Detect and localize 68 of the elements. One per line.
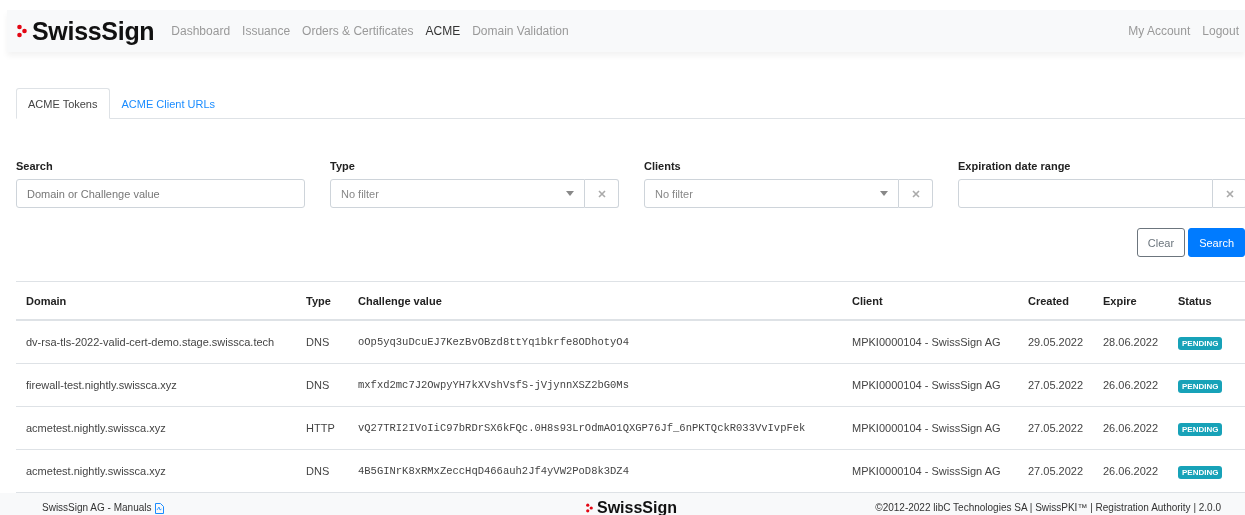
challenge-value-cell-text: oOp5yq3uDcuEJ7KezBvOBzd8ttYq1bkrfe8ODhotyO4 [358,336,630,348]
status-badge: PENDING [1178,423,1223,436]
domain-cell-text: firewall-test.nightly.swissca.xyz [25,379,178,391]
column-header: Created [1028,294,1070,307]
expire-date-cell-text: 26.06.2022 [1103,465,1160,477]
logo-dots-icon [17,24,27,38]
account-link[interactable]: Logout [1202,24,1239,38]
created-date-cell-text: 27.05.2022 [1028,422,1085,434]
challenge-value-cell-text: mxfxd2mc7J2OwpyYH7kXVshVsfS-jVjynnXSZ2bG0Ms [358,379,630,391]
clear-button[interactable]: Clear [1136,228,1186,257]
column-header: Client [852,294,884,307]
challenge-value-cell-text: vQ27TRI2IVoIiC97bRDrSX6kFQc.0H8s93LrOdmAO1QXGP76Jf_6nPKTQckR033VvIvpFek [358,422,807,434]
created-date-cell-text: 27.05.2022 [1028,379,1085,391]
type-cell-text: DNS [306,336,331,348]
clear-filter-button[interactable] [1213,179,1245,208]
filter-label: Search [16,160,54,172]
nav-link[interactable]: Domain Validation [472,24,569,38]
domain-cell-text: acmetest.nightly.swissca.xyz [25,422,167,434]
close-icon [597,189,606,198]
column-header: Challenge value [358,294,443,307]
filter-dropdown[interactable]: No filter [330,179,585,208]
created-date-cell-text: 27.05.2022 [1028,465,1085,477]
caret-icon [880,191,888,196]
client-cell-text: MPKI0000104 - SwissSign AG [852,465,1002,477]
domain-cell-text: acmetest.nightly.swissca.xyz [25,465,167,477]
expire-date-cell-text: 26.06.2022 [1103,422,1160,434]
status-badge: PENDING [1178,466,1223,479]
nav-link[interactable]: ACME [425,24,461,38]
tab[interactable]: ACME Tokens [16,88,110,119]
account-link[interactable]: My Account [1128,24,1191,38]
nav-link[interactable]: Dashboard [171,24,231,38]
column-header: Status [1178,294,1213,307]
client-cell-text: MPKI0000104 - SwissSign AG [852,336,1002,348]
column-header: Domain [25,294,68,307]
client-cell-text: MPKI0000104 - SwissSign AG [852,379,1002,391]
expire-date-cell-text: 26.06.2022 [1103,379,1160,391]
search-button[interactable]: Search [1188,228,1245,257]
caret-icon [566,191,574,196]
challenge-value-cell-text: 4B5GINrK8xRMxZeccHqD466auh2Jf4yVW2PoD8k3DZ4 [358,465,630,477]
close-icon [911,189,920,198]
column-header: Expire [1103,294,1138,307]
filter-label: Expiration date range [958,160,1072,172]
date-range-field[interactable] [958,179,1213,208]
search-field[interactable]: Domain or Challenge value [16,179,305,208]
nav-link[interactable]: Issuance [242,24,291,38]
brand-logo[interactable]: SwissSign [32,16,155,46]
domain-cell-text: dv-rsa-tls-2022-valid-cert-demo.stage.swissca.tech [25,336,276,348]
filter-dropdown[interactable]: No filter [644,179,899,208]
filter-label: Type [330,160,356,172]
close-icon [1225,189,1234,198]
type-cell-text: HTTP [306,422,336,434]
nav-link[interactable]: Orders & Certificates [302,24,414,38]
pdf-document-icon [154,502,164,514]
created-date-cell-text: 29.05.2022 [1028,336,1085,348]
column-header: Type [306,294,332,307]
filter-label: Clients [644,160,682,172]
status-badge: PENDING [1178,337,1223,350]
expire-date-cell-text: 28.06.2022 [1103,336,1160,348]
type-cell-text: DNS [306,379,331,391]
status-badge: PENDING [1178,380,1223,393]
clear-filter-button[interactable] [585,179,619,208]
client-cell-text: MPKI0000104 - SwissSign AG [852,422,1002,434]
logo-dots-icon [586,503,593,513]
clear-filter-button[interactable] [899,179,933,208]
tab[interactable]: ACME Client URLs [109,88,228,119]
manuals-link[interactable]: SwissSign AG - Manuals [42,501,152,515]
copyright-text: ©2012-2022 libC Technologies SA | SwissPKI™ | Registration Authority | 2.0.0 [875,501,1221,515]
type-cell-text: DNS [306,465,331,477]
